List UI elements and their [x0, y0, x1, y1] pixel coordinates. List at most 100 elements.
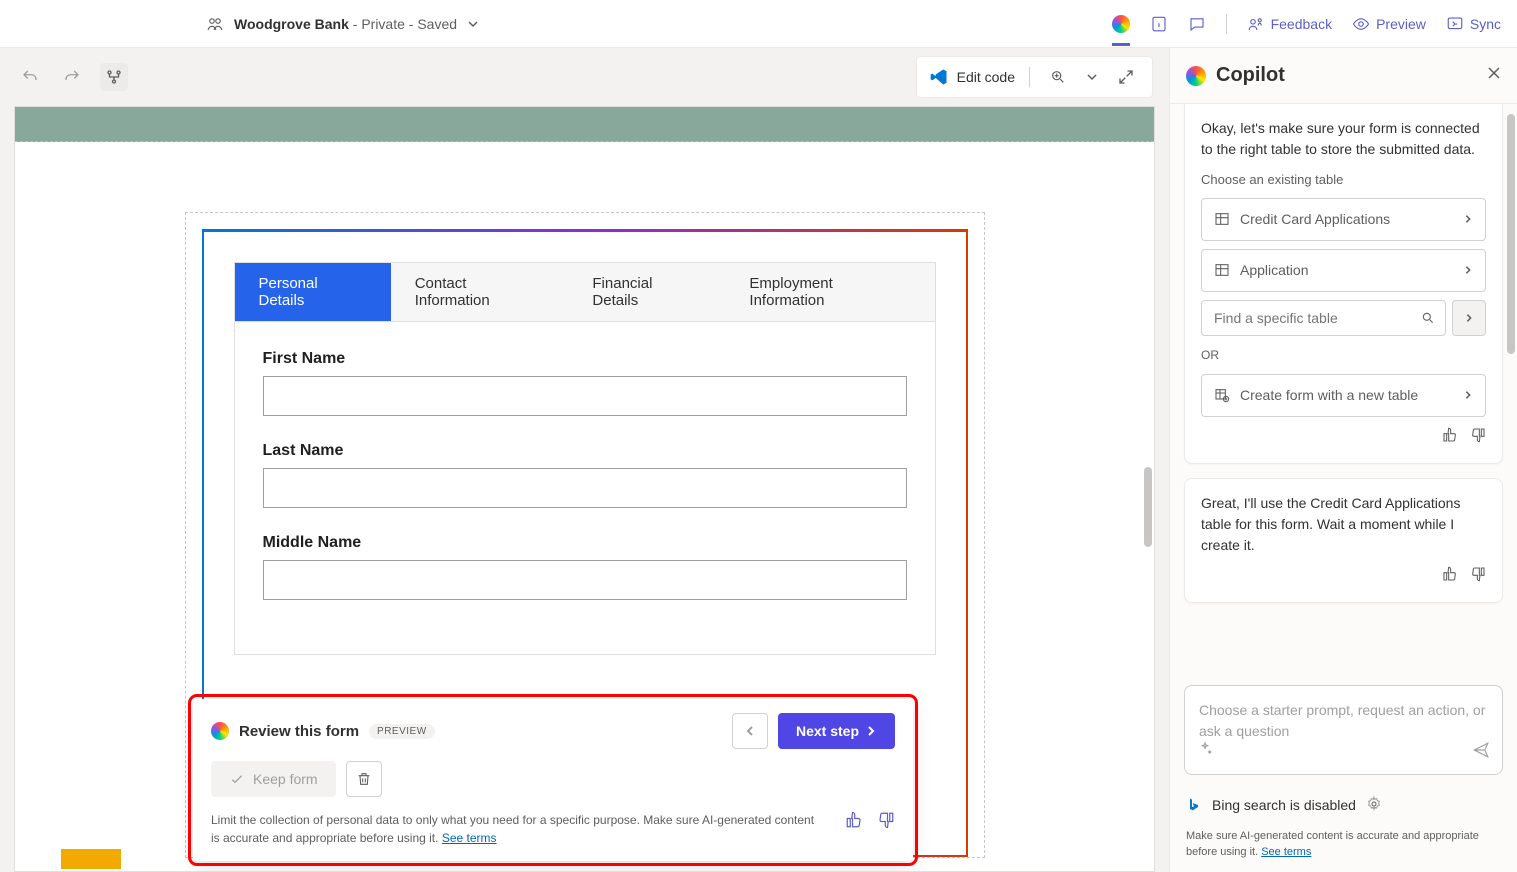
site-icon	[206, 15, 224, 33]
send-icon	[1472, 741, 1490, 759]
redo-button[interactable]	[58, 63, 86, 91]
review-form-card: Review this form PREVIEW Next step Keep …	[193, 699, 913, 861]
first-name-input[interactable]	[263, 376, 907, 416]
site-status: - Private - Saved	[353, 16, 457, 32]
copilot-header-button[interactable]	[1112, 15, 1130, 46]
thumbs-up-icon	[1442, 427, 1458, 443]
chat-button[interactable]	[1188, 15, 1206, 33]
bing-icon	[1186, 795, 1202, 815]
delete-form-button[interactable]	[346, 761, 382, 797]
see-terms-link[interactable]: See terms	[1261, 846, 1311, 858]
expand-button[interactable]	[1112, 63, 1140, 91]
thumbs-down-icon	[877, 811, 895, 829]
review-title: Review this form	[239, 723, 359, 740]
thumbs-down-button[interactable]	[877, 811, 895, 834]
edit-code-button[interactable]: Edit code	[929, 67, 1015, 87]
message-text: Okay, let's make sure your form is conne…	[1201, 118, 1486, 160]
find-table-input[interactable]	[1201, 300, 1446, 336]
page-header-band	[15, 107, 1154, 142]
info-button[interactable]	[1150, 15, 1168, 33]
chevron-right-icon	[1463, 390, 1473, 400]
thumbs-down-button[interactable]	[1470, 566, 1486, 588]
decorative-strip	[61, 849, 121, 869]
copilot-message: Great, I'll use the Credit Card Applicat…	[1184, 478, 1503, 603]
copilot-messages[interactable]: Okay, let's make sure your form is conne…	[1170, 104, 1517, 679]
prompt-placeholder: Choose a starter prompt, request an acti…	[1199, 700, 1488, 742]
divider	[1226, 14, 1227, 34]
undo-button[interactable]	[16, 63, 44, 91]
header-actions: Feedback Preview Sync	[1112, 14, 1501, 34]
thumbs-down-icon	[1470, 427, 1486, 443]
vscode-icon	[929, 67, 949, 87]
tree-button[interactable]	[100, 63, 128, 91]
thumbs-up-button[interactable]	[845, 811, 863, 834]
form-tabs: Personal Details Contact Information Fin…	[234, 262, 936, 322]
scrollbar[interactable]	[1507, 114, 1515, 354]
app-header: Woodgrove Bank - Private - Saved Feedbac…	[0, 0, 1517, 48]
table-icon	[1214, 211, 1230, 227]
editor-panel: Edit code Personal Details Contact Infor…	[0, 48, 1169, 872]
copilot-icon	[1186, 66, 1206, 86]
check-icon	[229, 771, 245, 787]
tab-personal-details[interactable]: Personal Details	[235, 263, 391, 321]
prev-step-button[interactable]	[732, 713, 768, 749]
copilot-prompt-input[interactable]: Choose a starter prompt, request an acti…	[1184, 685, 1503, 775]
copilot-footer-disclaimer: Make sure AI-generated content is accura…	[1170, 825, 1517, 872]
field-middle-name: Middle Name	[263, 534, 907, 600]
see-terms-link[interactable]: See terms	[442, 831, 497, 845]
message-text: Great, I'll use the Credit Card Applicat…	[1201, 493, 1486, 556]
breadcrumb[interactable]: Woodgrove Bank - Private - Saved	[206, 15, 479, 33]
tab-employment-information[interactable]: Employment Information	[725, 263, 934, 321]
preview-button[interactable]: Preview	[1352, 15, 1426, 33]
gear-icon	[1366, 796, 1382, 812]
close-copilot-button[interactable]	[1487, 66, 1501, 85]
review-disclaimer-text: Limit the collection of personal data to…	[211, 811, 825, 847]
keep-form-button[interactable]: Keep form	[211, 761, 336, 797]
thumbs-up-button[interactable]	[1442, 427, 1458, 449]
copilot-icon	[1112, 15, 1130, 33]
last-name-input[interactable]	[263, 468, 907, 508]
preview-badge: PREVIEW	[369, 724, 435, 739]
find-table-next-button[interactable]	[1452, 300, 1486, 336]
thumbs-down-icon	[1470, 566, 1486, 582]
next-step-button[interactable]: Next step	[778, 713, 895, 749]
bing-status: Bing search is disabled	[1170, 785, 1517, 825]
chevron-right-icon	[1463, 265, 1473, 275]
table-icon	[1214, 262, 1230, 278]
scrollbar[interactable]	[1144, 467, 1152, 547]
table-option-application[interactable]: Application	[1201, 249, 1486, 292]
thumbs-up-icon	[1442, 566, 1458, 582]
chevron-right-icon	[1464, 313, 1474, 323]
chevron-down-icon[interactable]	[1086, 71, 1098, 83]
choose-table-label: Choose an existing table	[1201, 170, 1486, 190]
table-option-credit-card[interactable]: Credit Card Applications	[1201, 198, 1486, 241]
sparkle-icon	[1197, 741, 1213, 757]
field-last-name: Last Name	[263, 442, 907, 508]
new-table-icon	[1214, 387, 1230, 403]
chevron-right-icon	[1463, 214, 1473, 224]
middle-name-input[interactable]	[263, 560, 907, 600]
tab-financial-details[interactable]: Financial Details	[568, 263, 725, 321]
thumbs-up-button[interactable]	[1442, 566, 1458, 588]
sparkle-button[interactable]	[1197, 741, 1213, 764]
copilot-icon	[211, 722, 229, 740]
send-button[interactable]	[1472, 741, 1490, 764]
site-title: Woodgrove Bank	[234, 16, 349, 32]
design-canvas[interactable]: Personal Details Contact Information Fin…	[14, 106, 1155, 872]
copilot-panel: Copilot Okay, let's make sure your form …	[1169, 48, 1517, 872]
thumbs-down-button[interactable]	[1470, 427, 1486, 449]
field-first-name: First Name	[263, 350, 907, 416]
create-new-table-option[interactable]: Create form with a new table	[1201, 374, 1486, 417]
chevron-down-icon[interactable]	[467, 18, 479, 30]
form-fields: First Name Last Name Middle Name	[234, 322, 936, 655]
trash-icon	[356, 771, 372, 787]
bing-settings-button[interactable]	[1366, 796, 1382, 815]
feedback-button[interactable]: Feedback	[1247, 15, 1332, 33]
copilot-title: Copilot	[1186, 64, 1285, 87]
copilot-message: Okay, let's make sure your form is conne…	[1184, 104, 1503, 464]
thumbs-up-icon	[845, 811, 863, 829]
sync-button[interactable]: Sync	[1446, 15, 1501, 33]
tab-contact-information[interactable]: Contact Information	[391, 263, 569, 321]
editor-toolbar: Edit code	[0, 48, 1169, 106]
zoom-button[interactable]	[1044, 63, 1072, 91]
